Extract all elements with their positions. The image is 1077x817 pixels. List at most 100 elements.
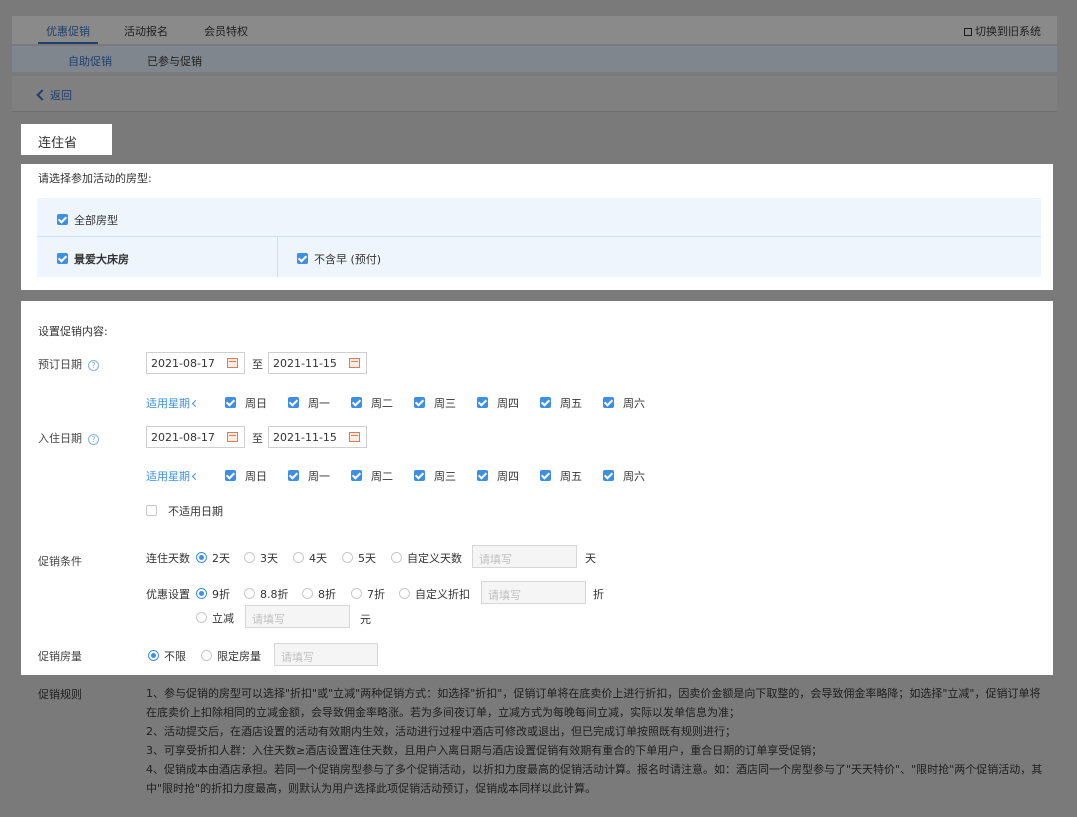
exclude-dates-checkbox[interactable]: 不适用日期 <box>146 503 223 519</box>
rule-item: 1、参与促销的房型可以选择"折扣"或"立减"两种促销方式：如选择"折扣"，促销订… <box>146 687 1041 719</box>
nights-option-2[interactable]: 2天 <box>196 550 230 566</box>
booking-date-to[interactable]: 2021-11-15 <box>268 352 367 374</box>
weekday-label: 周四 <box>497 470 519 483</box>
rate-plan-label: 不含早 (预付) <box>314 253 382 266</box>
radio-selected-icon <box>148 650 159 661</box>
help-icon[interactable]: ? <box>88 360 99 371</box>
radio-icon <box>391 552 402 563</box>
tab-promotions[interactable]: 优惠促销 <box>46 23 90 39</box>
room-checkbox[interactable]: 景爱大床房 <box>57 251 129 267</box>
room-row: 景爱大床房 不含早 (预付) <box>37 237 1041 277</box>
weekday-sun-checkbox[interactable]: 周日 <box>225 395 267 411</box>
exclude-dates-label: 不适用日期 <box>168 505 223 518</box>
checkin-date-from[interactable]: 2021-08-17 <box>146 426 245 448</box>
weekday-mon-checkbox[interactable]: 周一 <box>288 395 330 411</box>
custom-discount-input[interactable]: 请填写 <box>481 581 586 604</box>
weekday-thu-checkbox[interactable]: 周四 <box>477 395 519 411</box>
room-qty-input[interactable]: 请填写 <box>274 643 378 666</box>
page-title: 连住省 <box>38 136 78 151</box>
weekday-fri-checkbox[interactable]: 周五 <box>540 395 582 411</box>
weekday-label: 周三 <box>434 470 456 483</box>
chevron-left-icon <box>36 89 48 101</box>
reduce-amount-input[interactable]: 请填写 <box>245 605 350 628</box>
room-qty-limited[interactable]: 限定房量 <box>201 648 261 664</box>
checkbox-checked-icon <box>351 470 362 481</box>
tab-activity-signup[interactable]: 活动报名 <box>124 23 168 39</box>
room-qty-unlimited[interactable]: 不限 <box>148 648 186 664</box>
calendar-icon <box>349 432 360 442</box>
weekday-tue-checkbox[interactable]: 周二 <box>351 395 393 411</box>
checkin-sat-checkbox[interactable]: 周六 <box>603 468 645 484</box>
custom-nights-input[interactable]: 请填写 <box>472 545 577 568</box>
checkbox-checked-icon <box>225 470 236 481</box>
weekday-label: 适用星期 <box>146 397 190 410</box>
checkin-mon-checkbox[interactable]: 周一 <box>288 468 330 484</box>
weekday-sat-checkbox[interactable]: 周六 <box>603 395 645 411</box>
option-label: 自定义折扣 <box>415 588 470 601</box>
checkin-thu-checkbox[interactable]: 周四 <box>477 468 519 484</box>
promo-title-box: 连住省 <box>21 124 112 155</box>
weekday-label: 周一 <box>308 397 330 410</box>
weekday-toggle[interactable]: 适用星期 <box>146 468 200 484</box>
checkin-sun-checkbox[interactable]: 周日 <box>225 468 267 484</box>
rule-item: 2、活动提交后，在酒店设置的活动有效期内生效，活动进行过程中酒店可修改或退出，但… <box>146 725 736 738</box>
placeholder-text: 请填写 <box>281 651 314 664</box>
settings-panel: 设置促销内容: 预订日期? 2021-08-17 至 2021-11-15 适用… <box>21 301 1053 675</box>
option-label: 立减 <box>212 612 234 625</box>
active-tab-indicator <box>38 42 98 44</box>
checkbox-checked-icon <box>603 470 614 481</box>
booking-date-from-value: 2021-08-17 <box>151 357 215 370</box>
checkin-date-from-value: 2021-08-17 <box>151 431 215 444</box>
rules-text: 1、参与促销的房型可以选择"折扣"或"立减"两种促销方式：如选择"折扣"，促销订… <box>146 684 1046 798</box>
discount-option-custom[interactable]: 自定义折扣 <box>399 586 470 602</box>
discount-option-8[interactable]: 8折 <box>302 586 336 602</box>
checkbox-checked-icon <box>225 397 236 408</box>
nights-option-custom[interactable]: 自定义天数 <box>391 550 462 566</box>
checkbox-checked-icon <box>540 470 551 481</box>
checkin-date-to[interactable]: 2021-11-15 <box>268 426 367 448</box>
help-icon[interactable]: ? <box>88 434 99 445</box>
radio-icon <box>244 552 255 563</box>
placeholder-text: 请填写 <box>488 589 521 602</box>
checkbox-checked-icon <box>57 214 68 225</box>
weekday-label: 周六 <box>623 397 645 410</box>
checkbox-checked-icon <box>477 397 488 408</box>
subtab-joined-promo[interactable]: 已参与促销 <box>147 53 202 69</box>
checkin-wed-checkbox[interactable]: 周三 <box>414 468 456 484</box>
checkbox-unchecked-icon <box>146 505 157 516</box>
checkin-date-to-value: 2021-11-15 <box>273 431 337 444</box>
discount-option-9[interactable]: 9折 <box>196 586 230 602</box>
discount-option-7[interactable]: 7折 <box>351 586 385 602</box>
rule-item: 4、促销成本由酒店承担。若同一个促销房型参与了多个促销活动，以折扣力度最高的促销… <box>146 763 1043 795</box>
discount-option-8-8[interactable]: 8.8折 <box>244 586 289 602</box>
weekday-toggle[interactable]: 适用星期 <box>146 395 200 411</box>
option-label: 5天 <box>358 552 376 565</box>
reduce-option[interactable]: 立减 <box>196 610 234 626</box>
checkbox-checked-icon <box>414 397 425 408</box>
checkin-fri-checkbox[interactable]: 周五 <box>540 468 582 484</box>
radio-icon <box>244 588 255 599</box>
radio-icon <box>399 588 410 599</box>
rate-plan-checkbox[interactable]: 不含早 (预付) <box>297 251 381 267</box>
weekday-label: 周三 <box>434 397 456 410</box>
all-rooms-row: 全部房型 <box>37 198 1041 237</box>
chevron-left-icon <box>191 472 200 481</box>
nights-option-3[interactable]: 3天 <box>244 550 278 566</box>
chevron-left-icon <box>191 399 200 408</box>
weekday-label: 周六 <box>623 470 645 483</box>
radio-icon <box>293 552 304 563</box>
to-label: 至 <box>252 432 263 445</box>
nights-option-5[interactable]: 5天 <box>342 550 376 566</box>
rule-item: 3、可享受折扣人群：入住天数≥酒店设置连住天数，且用户入离日期与酒店设置促销有效… <box>146 744 823 757</box>
tab-member-privileges[interactable]: 会员特权 <box>204 23 248 39</box>
checkbox-checked-icon <box>288 397 299 408</box>
all-rooms-checkbox[interactable]: 全部房型 <box>57 212 118 228</box>
weekday-wed-checkbox[interactable]: 周三 <box>414 395 456 411</box>
switch-system-link[interactable]: 切换到旧系统 <box>964 23 1041 39</box>
subtab-self-promo[interactable]: 自助促销 <box>68 53 112 69</box>
booking-date-from[interactable]: 2021-08-17 <box>146 352 245 374</box>
nights-option-4[interactable]: 4天 <box>293 550 327 566</box>
option-label: 3天 <box>260 552 278 565</box>
back-link[interactable]: 返回 <box>36 87 72 103</box>
checkin-tue-checkbox[interactable]: 周二 <box>351 468 393 484</box>
